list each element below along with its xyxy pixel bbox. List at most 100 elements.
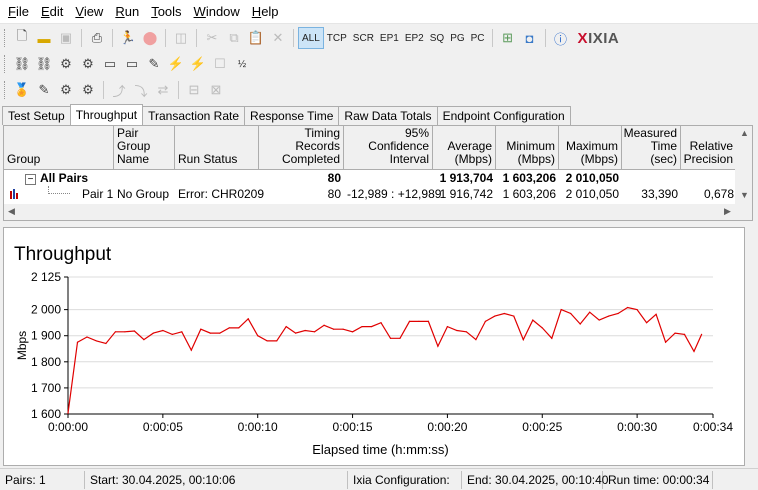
column-header[interactable]: Measured Time (sec) — [622, 126, 681, 170]
grid-vertical-scrollbar[interactable]: ▲ ▼ — [735, 126, 752, 206]
tool-g-icon[interactable]: ⇄ — [152, 79, 174, 101]
column-header-label: (Mbps) — [454, 152, 492, 166]
save-results-icon[interactable]: ◘ — [519, 27, 541, 49]
menu-run[interactable]: Run — [109, 0, 145, 24]
column-header[interactable]: 95% Confidence Interval — [344, 126, 433, 170]
add-multiple-pairs-icon[interactable]: ⛓ — [33, 53, 55, 75]
window-icon[interactable]: ◫ — [170, 27, 192, 49]
tab-response-time[interactable]: Response Time — [244, 106, 340, 125]
column-header-label: Average — [447, 139, 492, 153]
multicast-icon[interactable]: ⚙ — [77, 53, 99, 75]
column-header[interactable]: Run Status — [175, 126, 259, 170]
edit-pair-icon[interactable]: ⚙ — [55, 53, 77, 75]
menu-file[interactable]: File — [2, 0, 35, 24]
column-header[interactable]: Pair Group Name — [114, 126, 175, 170]
toolbar-grip[interactable] — [4, 29, 7, 47]
data-point — [209, 332, 211, 334]
scroll-down-arrow[interactable]: ▼ — [740, 190, 749, 200]
new-file-icon[interactable]: 🗋 — [11, 27, 33, 49]
ixia-logo: XIXIA — [577, 29, 620, 47]
data-point — [228, 327, 230, 329]
menu-label-rest: indow — [205, 3, 240, 19]
chart-bars-icon — [10, 189, 18, 199]
pair-group-icon[interactable]: ▭ — [121, 53, 143, 75]
export-icon[interactable]: ⊞ — [497, 27, 519, 49]
ramp-disabled-icon[interactable]: ⚡ — [187, 53, 209, 75]
data-point — [437, 345, 439, 347]
filter-ep2-button[interactable]: EP2 — [402, 27, 427, 49]
tool-f-icon[interactable]: ⤵ — [130, 79, 152, 101]
status-start: Start: 30.04.2025, 00:10:06 — [85, 470, 348, 489]
status-runtime: Run time: 00:00:34 — [603, 470, 713, 489]
filter-tcp-button[interactable]: TCP — [324, 27, 350, 49]
open-folder-icon[interactable]: ▬ — [33, 27, 55, 49]
summary-row[interactable]: − All Pairs 80 1 913,704 1 603,206 2 010,… — [4, 170, 622, 186]
menu-window[interactable]: Window — [188, 0, 246, 24]
expander-toggle[interactable]: − — [25, 174, 36, 185]
cut-icon[interactable]: ✂ — [201, 27, 223, 49]
column-header[interactable]: Average (Mbps) — [433, 126, 496, 170]
step-icon[interactable]: ½ — [231, 53, 253, 75]
tool-a-icon[interactable]: 🏅 — [11, 79, 33, 101]
tab-endpoint-configuration[interactable]: Endpoint Configuration — [436, 106, 571, 125]
network-icon[interactable]: ▭ — [99, 53, 121, 75]
menu-view[interactable]: View — [69, 0, 109, 24]
tab-throughput[interactable]: Throughput — [69, 104, 144, 125]
column-header[interactable]: Timing Records Completed — [259, 126, 344, 170]
status-bar: Pairs: 1 Start: 30.04.2025, 00:10:06 Ixi… — [0, 468, 758, 490]
edit-script-icon[interactable]: ✎ — [143, 53, 165, 75]
tool-c-icon[interactable]: ⚙ — [55, 79, 77, 101]
paste-icon[interactable]: 📋 — [245, 27, 267, 49]
add-pair-icon[interactable]: ⛓ — [11, 53, 33, 75]
pair-records: 80 — [327, 187, 341, 201]
tool-i-icon[interactable]: ⊠ — [205, 79, 227, 101]
column-header[interactable]: Minimum (Mbps) — [496, 126, 559, 170]
scroll-up-arrow[interactable]: ▲ — [740, 128, 749, 138]
pair-precision: 0,678 — [703, 187, 734, 201]
toolbar-grip[interactable] — [4, 55, 7, 73]
result-tabs: Test Setup Throughput Transaction Rate Resp… — [2, 104, 571, 125]
toolbar-tools: 🏅 ✎ ⚙ ⚙ ⤴ ⤵ ⇄ ⊟ ⊠ — [0, 77, 758, 103]
toolbar-grip[interactable] — [4, 81, 7, 99]
scroll-left-arrow[interactable]: ◀ — [8, 206, 15, 217]
validate-icon[interactable]: ☐ — [209, 53, 231, 75]
print-icon[interactable]: ⎙ — [86, 27, 108, 49]
y-tick-label: 1 800 — [31, 355, 61, 369]
pair-row[interactable]: Pair 1 No Group Error: CHR0209 80 -12,98… — [4, 186, 737, 202]
scroll-right-arrow[interactable]: ▶ — [724, 206, 731, 217]
delete-icon[interactable]: ✕ — [267, 27, 289, 49]
column-header[interactable]: Maximum (Mbps) — [559, 126, 622, 170]
filter-pg-button[interactable]: PG — [447, 27, 467, 49]
column-header[interactable]: Group — [4, 126, 114, 170]
filter-pc-button[interactable]: PC — [468, 27, 488, 49]
chart-scrollbar[interactable] — [745, 227, 755, 466]
save-icon[interactable]: ▣ — [55, 27, 77, 49]
tool-d-icon[interactable]: ⚙ — [77, 79, 99, 101]
run-icon[interactable]: 🏃 — [117, 27, 139, 49]
tool-b-icon[interactable]: ✎ — [33, 79, 55, 101]
data-point — [332, 328, 335, 330]
filter-scr-button[interactable]: SCR — [350, 27, 377, 49]
menu-help[interactable]: Help — [246, 0, 285, 24]
column-header-label: Time (sec) — [650, 139, 677, 166]
tool-h-icon[interactable]: ⊟ — [183, 79, 205, 101]
menu-tools[interactable]: Tools — [145, 0, 187, 24]
y-tick-label: 1 700 — [31, 381, 61, 395]
ramp-icon[interactable]: ⚡ — [165, 53, 187, 75]
filter-all-button[interactable]: ALL — [298, 27, 324, 49]
copy-icon[interactable]: ⧉ — [223, 27, 245, 49]
filter-sq-button[interactable]: SQ — [427, 27, 447, 49]
stop-icon[interactable]: ⬤ — [139, 27, 161, 49]
column-header[interactable]: Relative Precision — [681, 126, 737, 170]
data-point — [427, 320, 430, 322]
grid-horizontal-scrollbar[interactable]: ◀ ▶ — [4, 204, 752, 220]
pair-minimum: 1 603,206 — [502, 187, 556, 201]
data-point — [171, 333, 173, 336]
menu-edit[interactable]: Edit — [35, 0, 69, 24]
info-icon[interactable]: ⓘ — [550, 27, 572, 49]
tab-raw-data-totals[interactable]: Raw Data Totals — [338, 106, 438, 125]
tool-e-icon[interactable]: ⤴ — [108, 79, 130, 101]
tab-transaction-rate[interactable]: Transaction Rate — [142, 106, 246, 125]
filter-ep1-button[interactable]: EP1 — [377, 27, 402, 49]
tab-test-setup[interactable]: Test Setup — [2, 106, 71, 125]
